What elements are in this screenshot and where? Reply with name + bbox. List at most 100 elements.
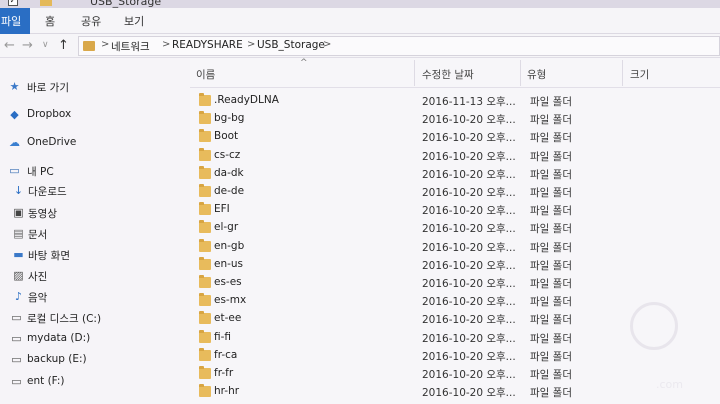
music-icon: ♪ [14, 290, 23, 303]
list-item[interactable]: .ReadyDLNA 2016-11-13 오후... 파일 폴더 [190, 92, 720, 110]
folder-icon [199, 202, 211, 216]
breadcrumb-readyshare[interactable]: READYSHARE [172, 39, 243, 51]
file-type: 파일 폴더 [530, 114, 572, 127]
tab-home[interactable]: 홈 [45, 13, 55, 29]
file-type: 파일 폴더 [530, 241, 572, 254]
drive-icon: ▭ [11, 332, 22, 345]
file-name: cs-cz [214, 148, 241, 161]
file-date: 2016-11-13 오후... [422, 96, 516, 108]
column-divider[interactable] [622, 60, 623, 86]
watermark-text: .com [656, 378, 683, 391]
file-name: et-ee [214, 312, 242, 325]
nav-item-drive-c[interactable]: ▭ 로컬 디스크 (C:) [0, 309, 190, 329]
nav-item-desktop[interactable]: ▬ 바탕 화면 [0, 246, 190, 266]
properties-check-icon[interactable]: ✓ [8, 0, 18, 6]
nav-item-quick-access[interactable]: ★ 바로 가기 [0, 78, 190, 98]
nav-item-pictures[interactable]: ▨ 사진 [0, 267, 190, 287]
drive-icon: ▭ [11, 311, 22, 324]
file-type: 파일 폴더 [530, 223, 572, 236]
breadcrumb-usb-storage[interactable]: USB_Storage [257, 39, 325, 51]
nav-item-documents[interactable]: ▤ 문서 [0, 225, 190, 245]
breadcrumb-network[interactable]: 네트워크 [111, 39, 150, 54]
file-name: fr-ca [214, 348, 238, 361]
nav-item-downloads[interactable]: ↓ 다운로드 [0, 182, 190, 202]
file-date: 2016-10-20 오후... [422, 259, 516, 272]
file-name: .ReadyDLNA [214, 94, 279, 106]
folder-icon [199, 238, 211, 252]
file-date: 2016-10-20 오후... [422, 187, 516, 199]
list-item[interactable]: fr-fr 2016-10-20 오후... 파일 폴더 [190, 365, 720, 383]
folder-icon [199, 275, 211, 288]
cloud-icon: ☁ [9, 136, 20, 149]
list-item[interactable]: el-gr 2016-10-20 오후... 파일 폴더 [190, 219, 720, 237]
column-divider[interactable] [414, 60, 415, 86]
nav-item-onedrive[interactable]: ☁ OneDrive [0, 134, 190, 154]
file-type: 파일 폴더 [530, 168, 572, 181]
drive-icon: ▭ [11, 375, 22, 388]
back-icon[interactable]: ← [4, 38, 15, 53]
nav-item-this-pc[interactable]: ▭ 내 PC [0, 162, 190, 182]
nav-item-drive-f[interactable]: ▭ ent (F:) [0, 373, 190, 393]
list-item[interactable]: en-gb 2016-10-20 오후... 파일 폴더 [190, 238, 720, 256]
file-date: 2016-10-20 오후... [422, 387, 516, 400]
file-type: 파일 폴더 [530, 278, 572, 290]
list-item[interactable]: hr-hr 2016-10-20 오후... 파일 폴더 [190, 383, 720, 401]
list-item[interactable]: EFI 2016-10-20 오후... 파일 폴더 [190, 201, 720, 219]
folder-icon [199, 256, 211, 270]
folder-icon [199, 129, 211, 143]
nav-item-drive-e[interactable]: ▭ backup (E:) [0, 351, 190, 371]
window-title: USB_Storage [90, 0, 162, 8]
breadcrumb-separator: > [101, 39, 110, 50]
breadcrumb-separator: > [162, 39, 171, 50]
breadcrumb-separator: > [323, 39, 332, 50]
folder-icon [199, 93, 211, 106]
file-name: da-dk [214, 166, 244, 179]
file-date: 2016-10-20 오후... [422, 168, 516, 181]
list-item[interactable]: de-de 2016-10-20 오후... 파일 폴더 [190, 183, 720, 201]
list-item[interactable]: bg-bg 2016-10-20 오후... 파일 폴더 [190, 110, 720, 128]
nav-item-music[interactable]: ♪ 음악 [0, 288, 190, 308]
folder-icon [199, 384, 211, 398]
nav-item-dropbox[interactable]: ◆ Dropbox [0, 106, 190, 126]
column-header-type[interactable]: 유형 [527, 67, 546, 82]
list-item[interactable]: en-us 2016-10-20 오후... 파일 폴더 [190, 256, 720, 274]
nav-item-drive-d[interactable]: ▭ mydata (D:) [0, 330, 190, 350]
file-type: 파일 폴더 [530, 150, 572, 163]
column-divider[interactable] [520, 60, 521, 86]
file-date: 2016-10-20 오후... [422, 296, 516, 309]
document-icon: ▤ [13, 227, 24, 240]
breadcrumb-separator: > [247, 39, 256, 50]
folder-icon [83, 41, 95, 51]
folder-icon [199, 366, 211, 379]
column-header-size[interactable]: 크기 [630, 67, 649, 82]
list-item[interactable]: da-dk 2016-10-20 오후... 파일 폴더 [190, 165, 720, 183]
folder-icon [199, 111, 211, 125]
list-item[interactable]: es-es 2016-10-20 오후... 파일 폴더 [190, 274, 720, 292]
column-header-date[interactable]: 수정한 날짜 [422, 67, 474, 82]
file-name: fr-fr [214, 367, 234, 379]
address-field[interactable]: > 네트워크 > READYSHARE > USB_Storage > [78, 36, 720, 56]
tab-view[interactable]: 보기 [124, 13, 144, 29]
file-date: 2016-10-20 오후... [422, 132, 516, 145]
folder-icon [199, 329, 211, 343]
file-date: 2016-10-20 오후... [422, 150, 516, 163]
file-name: el-gr [214, 221, 239, 234]
column-header-name[interactable]: 이름 [196, 67, 215, 82]
tab-file[interactable]: 파일 [0, 8, 30, 34]
tab-share[interactable]: 공유 [81, 13, 101, 29]
list-item[interactable]: fr-ca 2016-10-20 오후... 파일 폴더 [190, 347, 720, 365]
up-icon[interactable]: ↑ [58, 38, 69, 53]
title-bar: ✓ USB_Storage [0, 0, 720, 8]
list-item[interactable]: Boot 2016-10-20 오후... 파일 폴더 [190, 128, 720, 146]
file-date: 2016-10-20 오후... [422, 369, 516, 381]
file-name: de-de [214, 185, 245, 197]
forward-icon[interactable]: → [22, 38, 33, 53]
file-name: es-es [214, 276, 242, 288]
download-icon: ↓ [13, 184, 24, 197]
list-item[interactable]: cs-cz 2016-10-20 오후... 파일 폴더 [190, 147, 720, 165]
file-name: bg-bg [214, 112, 245, 125]
new-folder-icon[interactable] [40, 0, 52, 6]
nav-item-videos[interactable]: ▣ 동영상 [0, 204, 190, 224]
recent-locations-icon[interactable]: ∨ [42, 40, 49, 50]
file-name: en-us [214, 257, 244, 270]
